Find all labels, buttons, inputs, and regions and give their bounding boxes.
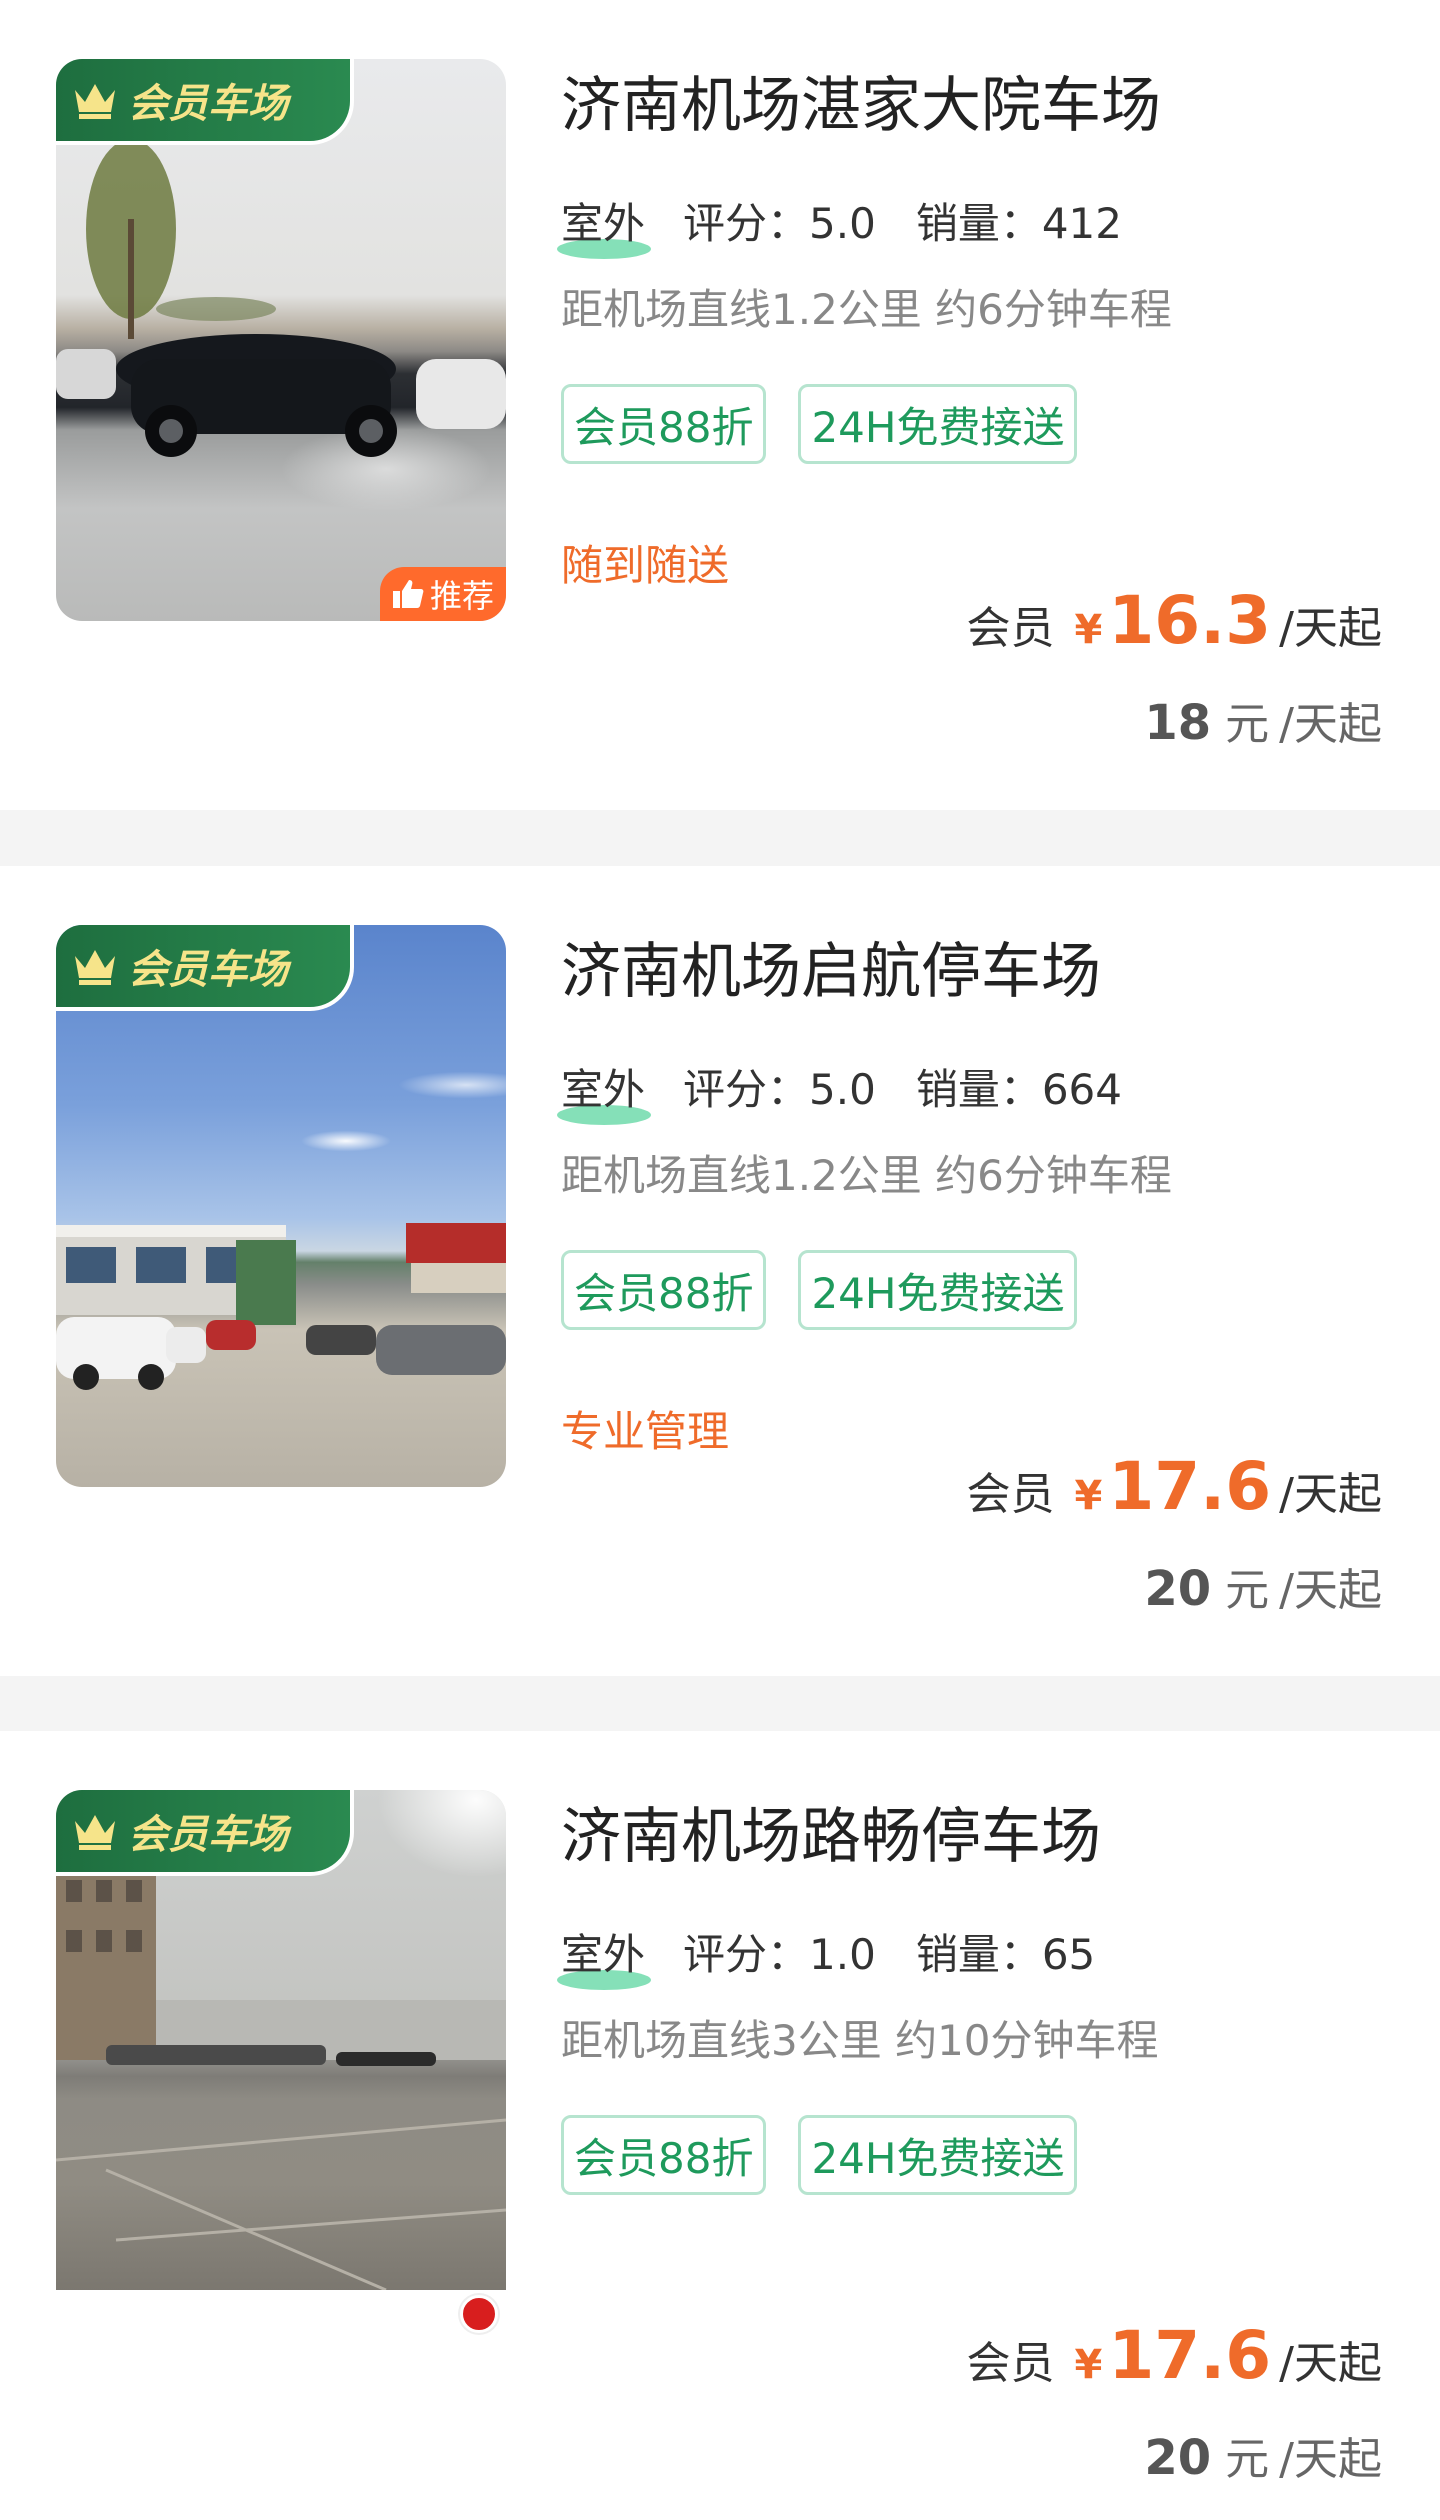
tag-list: 会员88折 24H免费接送 <box>561 2115 1109 2195</box>
shuttle-tag: 24H免费接送 <box>798 2115 1078 2195</box>
parking-lot-meta: 室外 评分：5.0 销量：664 <box>557 1056 1122 1125</box>
sales-text: 销量：664 <box>915 1064 1122 1114</box>
feature-text: 专业管理 <box>561 1407 730 1456</box>
parking-lot-card[interactable]: 会员车场 济南机场启航停车场 室外 评分：5.0 销量：664 距机场直线1.2… <box>0 866 1440 1676</box>
member-price-label: 会员 <box>966 603 1055 654</box>
tag-list: 会员88折 24H免费接送 <box>561 384 1109 464</box>
tag-list: 会员88折 24H免费接送 <box>561 1250 1109 1330</box>
member-tag-label: 会员车场 <box>128 947 288 993</box>
crown-icon <box>75 1815 115 1850</box>
distance-text: 距机场直线1.2公里 约6分钟车程 <box>561 285 1172 334</box>
regular-price-value: 20 <box>1144 2430 1212 2486</box>
member-parking-tag: 会员车场 <box>56 59 354 145</box>
parking-lot-title[interactable]: 济南机场路畅停车场 <box>561 1795 1101 1879</box>
member-price-currency: ¥ <box>1074 607 1103 653</box>
member-price: 会员 ¥ 17.6 /天起 <box>966 2317 1382 2394</box>
outdoor-text: 室外 <box>561 1064 646 1114</box>
regular-price-unit: /天起 <box>1279 699 1382 750</box>
feature-text: 随到随送 <box>561 541 730 590</box>
member-tag-label: 会员车场 <box>128 81 288 127</box>
parking-lot-card[interactable]: 会员车场 推荐 济南机场湛家大院车场 室外 评分：5.0 销量：412 距机场直… <box>0 0 1440 810</box>
member-price-value: 16.3 <box>1108 582 1272 659</box>
regular-price: 18 元 /天起 <box>1144 688 1382 752</box>
shuttle-tag: 24H免费接送 <box>798 1250 1078 1330</box>
member-price: 会员 ¥ 16.3 /天起 <box>966 582 1382 659</box>
parking-lot-title[interactable]: 济南机场湛家大院车场 <box>561 64 1161 148</box>
parking-lot-title[interactable]: 济南机场启航停车场 <box>561 930 1101 1014</box>
photo-bottom-strip <box>56 2290 506 2352</box>
regular-price-value: 20 <box>1144 1561 1212 1617</box>
recommend-label: 推荐 <box>429 577 494 615</box>
sales-text: 销量：65 <box>915 1929 1096 1979</box>
regular-price-value: 18 <box>1144 695 1212 751</box>
member-tag-label: 会员车场 <box>128 1812 288 1858</box>
crown-icon <box>75 950 115 985</box>
rating-text: 评分：1.0 <box>683 1929 876 1979</box>
outdoor-label: 室外 <box>557 1056 651 1125</box>
discount-tag: 会员88折 <box>561 2115 767 2195</box>
parking-lot-meta: 室外 评分：5.0 销量：412 <box>557 190 1122 259</box>
regular-price: 20 元 /天起 <box>1144 1554 1382 1618</box>
member-price-unit: /天起 <box>1279 603 1382 654</box>
member-parking-tag: 会员车场 <box>56 1790 354 1876</box>
crown-icon <box>75 84 115 119</box>
parking-lot-card[interactable]: 会员车场 济南机场路畅停车场 室外 评分：1.0 销量：65 距机场直线3公里 … <box>0 1731 1440 2520</box>
member-price-unit: /天起 <box>1279 2338 1382 2389</box>
member-price: 会员 ¥ 17.6 /天起 <box>966 1448 1382 1525</box>
outdoor-label: 室外 <box>557 190 651 259</box>
member-price-value: 17.6 <box>1108 1448 1272 1525</box>
outdoor-text: 室外 <box>561 1929 646 1979</box>
card-separator <box>0 1676 1440 1731</box>
member-price-label: 会员 <box>966 1469 1055 1520</box>
parking-lot-meta: 室外 评分：1.0 销量：65 <box>557 1921 1096 1990</box>
distance-text: 距机场直线1.2公里 约6分钟车程 <box>561 1151 1172 1200</box>
outdoor-label: 室外 <box>557 1921 651 1990</box>
thumbs-up-icon <box>392 580 424 608</box>
sales-text: 销量：412 <box>915 198 1122 248</box>
member-price-unit: /天起 <box>1279 1469 1382 1520</box>
discount-tag: 会员88折 <box>561 384 767 464</box>
card-separator <box>0 810 1440 866</box>
member-price-label: 会员 <box>966 2338 1055 2389</box>
distance-text: 距机场直线3公里 约10分钟车程 <box>561 2016 1159 2065</box>
rating-text: 评分：5.0 <box>683 198 876 248</box>
red-circle-logo-icon <box>460 2295 498 2333</box>
regular-price-currency: 元 <box>1225 2434 1270 2485</box>
member-price-currency: ¥ <box>1074 1473 1103 1519</box>
outdoor-text: 室外 <box>561 198 646 248</box>
regular-price-unit: /天起 <box>1279 2434 1382 2485</box>
parking-lot-photo[interactable]: 会员车场 推荐 <box>56 59 506 621</box>
regular-price: 20 元 /天起 <box>1144 2423 1382 2487</box>
member-parking-tag: 会员车场 <box>56 925 354 1011</box>
regular-price-unit: /天起 <box>1279 1565 1382 1616</box>
member-price-currency: ¥ <box>1074 2342 1103 2388</box>
parking-lot-photo[interactable]: 会员车场 <box>56 925 506 1487</box>
parking-lot-photo[interactable]: 会员车场 <box>56 1790 506 2352</box>
parking-lot-list: 会员车场 推荐 济南机场湛家大院车场 室外 评分：5.0 销量：412 距机场直… <box>0 0 1440 2520</box>
recommend-badge: 推荐 <box>379 567 506 621</box>
discount-tag: 会员88折 <box>561 1250 767 1330</box>
regular-price-currency: 元 <box>1225 699 1270 750</box>
rating-text: 评分：5.0 <box>683 1064 876 1114</box>
member-price-value: 17.6 <box>1108 2317 1272 2394</box>
shuttle-tag: 24H免费接送 <box>798 384 1078 464</box>
regular-price-currency: 元 <box>1225 1565 1270 1616</box>
